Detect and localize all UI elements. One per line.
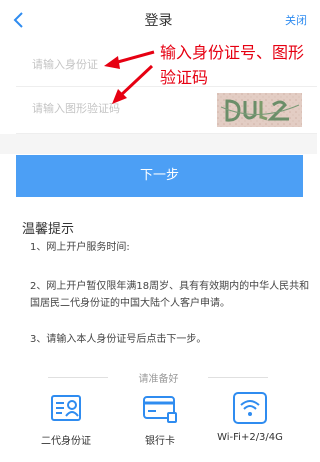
bank-card-icon (143, 396, 177, 423)
tip-item: 3、请输入本人身份证号后点击下一步。 (30, 334, 207, 345)
divider (208, 377, 268, 378)
tip-item: 1、网上开户服务时间: (30, 242, 130, 253)
annotation-text: 输入身份证号、图形验证码 (160, 43, 305, 87)
prepare-item-label: Wi-Fi+2/3/4G (217, 432, 283, 443)
section-spacer (0, 134, 317, 154)
prepare-item-label: 二代身份证 (41, 436, 91, 447)
prepare-item-wifi: Wi-Fi+2/3/4G (200, 390, 300, 443)
prepare-title: 请准备好 (138, 374, 179, 385)
id-card-icon (51, 395, 81, 421)
next-button[interactable]: 下一步 (16, 155, 303, 197)
prepare-item-id-card: 二代身份证 (16, 390, 116, 447)
prepare-item-bank-card: 银行卡 (110, 390, 210, 447)
tips-title: 温馨提示 (22, 222, 75, 237)
tip-item: 2、网上开户暂仅限年满18周岁、具有有效期内的中华人民共和国居民二代身份证的中国… (30, 281, 310, 309)
prepare-item-label: 银行卡 (145, 436, 175, 447)
wifi-icon (233, 392, 267, 424)
